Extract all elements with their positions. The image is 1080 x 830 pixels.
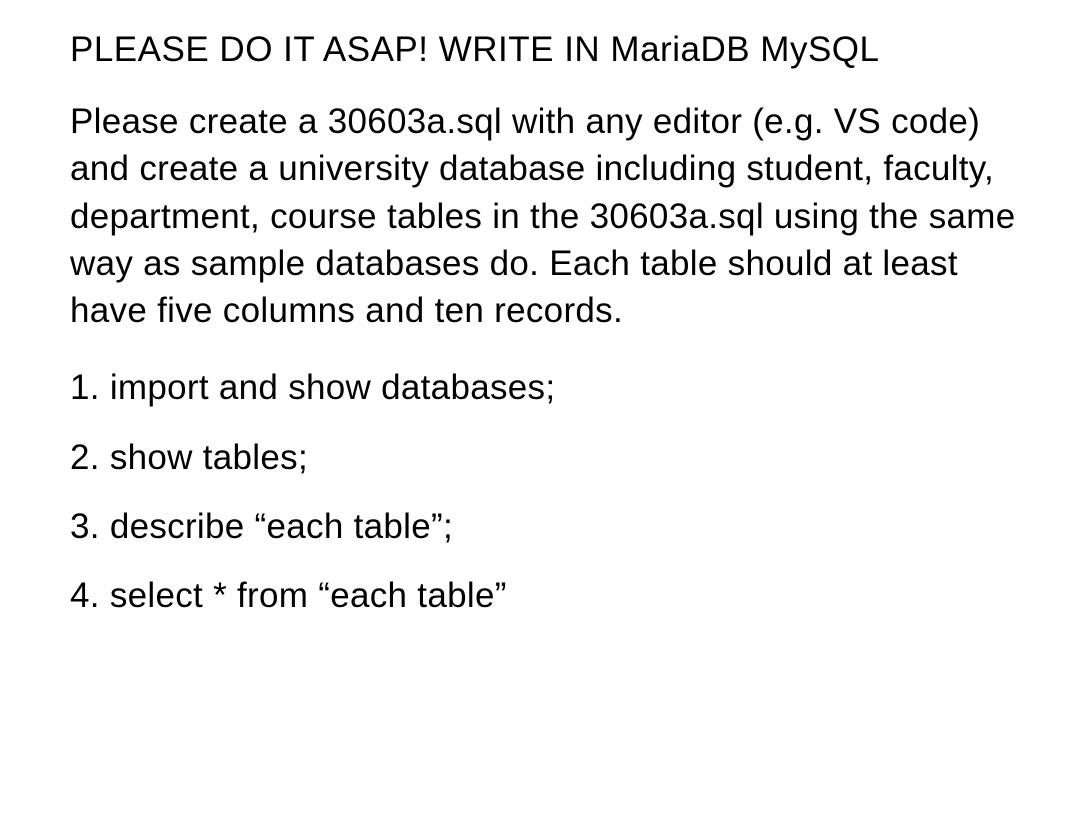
- document-paragraph: Please create a 30603a.sql with any edit…: [70, 98, 1020, 334]
- document-heading: PLEASE DO IT ASAP! WRITE IN MariaDB MySQ…: [70, 30, 1020, 70]
- list-item-1: 1. import and show databases;: [70, 364, 1020, 411]
- list-item-4: 4. select * from “each table”: [70, 572, 1020, 619]
- list-item-3: 3. describe “each table”;: [70, 503, 1020, 550]
- list-item-2: 2. show tables;: [70, 434, 1020, 481]
